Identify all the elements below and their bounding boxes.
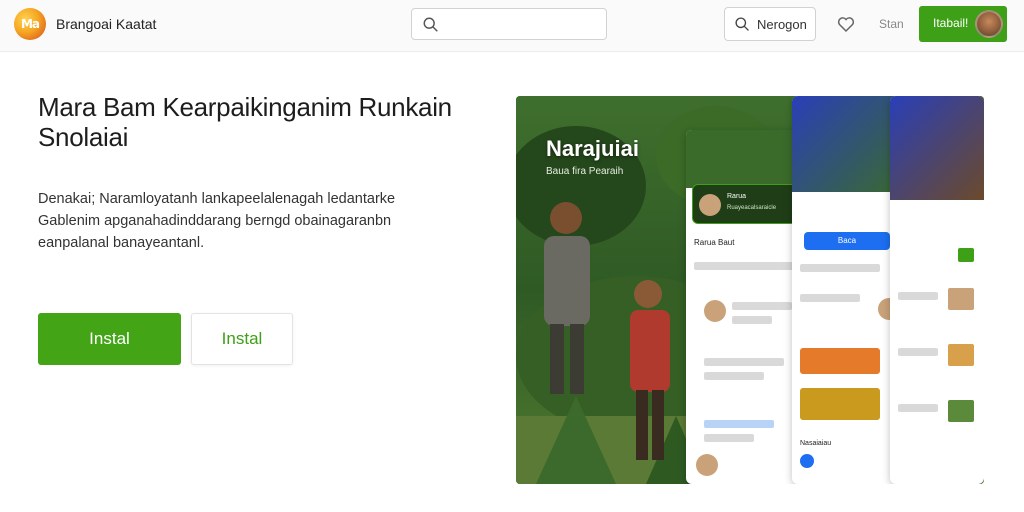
user-avatar[interactable] (975, 10, 1003, 38)
nav-button-label: Nerogon (757, 17, 807, 32)
showcase-title: Narajuiai (546, 136, 639, 161)
list-line-2b (704, 372, 764, 380)
search-input[interactable] (448, 13, 598, 35)
phone-line-a (800, 294, 860, 302)
list-line-1 (732, 302, 792, 310)
search-icon (735, 17, 749, 31)
list-thumb-1 (704, 300, 726, 322)
phone-feed-hero (890, 96, 984, 200)
phone-mockup-list: Rarua Ruayeacalsaraicle Rarua Baut (686, 130, 806, 484)
card-thumbnail (699, 194, 721, 216)
phone-nav-dot (800, 454, 814, 468)
phone-tabs (694, 262, 794, 270)
search-box[interactable] (411, 8, 607, 40)
install-secondary-button[interactable]: Instal (191, 313, 293, 365)
logo-mark: Ma (20, 17, 40, 31)
favorite-icon[interactable] (836, 14, 856, 34)
list-thumb-4 (696, 454, 718, 476)
header-cta-button[interactable]: Itabail! (919, 6, 1007, 42)
phone-banner-orange (800, 348, 880, 374)
page-description: Denakai; Naramloyatanh lankapeelalenagah… (38, 191, 396, 251)
phone-card: Rarua Ruayeacalsaraicle (692, 184, 800, 224)
page-headline: Mara Bam Kearpaikinganim Runkain Snolaia… (38, 92, 452, 152)
showcase-subtitle: Baua fira Pearaih (546, 166, 624, 177)
phone-banner-gold (800, 388, 880, 420)
phone-banner-label: Nasaiaiau (800, 440, 832, 447)
brand-name[interactable]: Brangoai Kaatat (56, 16, 156, 32)
phone-icons-row (800, 264, 880, 272)
feed-thumb-1 (948, 288, 974, 310)
phone-header-band (686, 130, 806, 188)
list-line-3 (704, 420, 774, 428)
phone-mockup-feed (890, 96, 984, 484)
feed-thumb-3 (948, 400, 974, 422)
card-subtitle: Ruayeacalsaraicle (727, 205, 777, 211)
feed-line-2 (898, 348, 938, 356)
list-line-1b (732, 316, 772, 324)
feed-thumb-2 (948, 344, 974, 366)
top-navigation-bar: Ma Brangoai Kaatat Nerogon Stan Itabail! (0, 0, 1024, 52)
install-primary-button[interactable]: Instal (38, 313, 181, 365)
feed-line-3 (898, 404, 938, 412)
search-nav-button[interactable]: Nerogon (724, 7, 816, 41)
list-line-2 (704, 358, 784, 366)
showcase-image: Narajuiai Baua fira Pearaih Rarua Ruayea… (516, 96, 984, 484)
card-title: Rarua (727, 193, 747, 200)
start-link[interactable]: Stan (879, 17, 904, 31)
feed-line-1 (898, 292, 938, 300)
header-cta-label: Itabail! (933, 16, 969, 30)
search-icon (423, 17, 438, 32)
list-line-3b (704, 434, 754, 442)
phone-cta-button: Baca (804, 232, 890, 250)
phone-section-header: Rarua Baut (694, 238, 735, 247)
phone-feed-chip (958, 248, 974, 262)
brand-logo[interactable]: Ma (14, 8, 46, 40)
